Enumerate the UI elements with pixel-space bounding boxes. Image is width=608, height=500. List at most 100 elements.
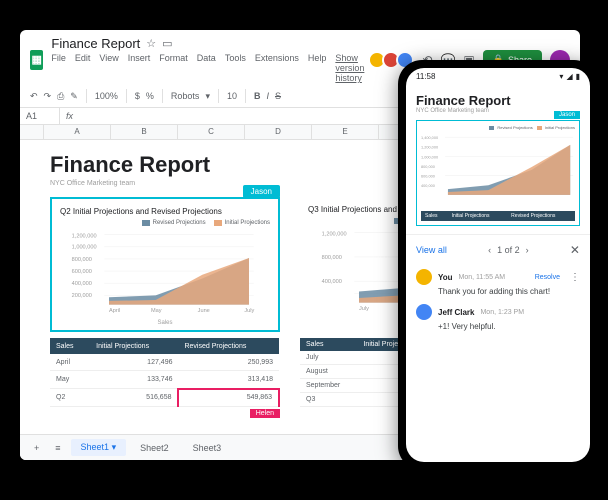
col-header[interactable]: D <box>245 125 312 139</box>
fx-icon: fx <box>60 108 79 124</box>
menu-edit[interactable]: Edit <box>75 53 91 83</box>
font-size[interactable]: 10 <box>227 91 237 101</box>
menu-insert[interactable]: Insert <box>128 53 151 83</box>
tab-sheet2[interactable]: Sheet2 <box>130 440 179 456</box>
table-row: April127,496250,993 <box>50 354 279 371</box>
th[interactable]: Revised Projections <box>178 338 279 354</box>
print-icon[interactable]: ⎙ <box>57 91 64 102</box>
svg-text:1,400,000: 1,400,000 <box>421 136 438 140</box>
menu-format[interactable]: Format <box>159 53 188 83</box>
star-icon[interactable]: ☆ <box>146 37 156 50</box>
move-folder-icon[interactable]: ▭ <box>162 37 172 50</box>
strike-button[interactable]: S <box>275 91 281 101</box>
view-all-link[interactable]: View all <box>416 245 447 255</box>
tab-sheet3[interactable]: Sheet3 <box>183 440 232 456</box>
menu-file[interactable]: File <box>51 53 66 83</box>
menu-extensions[interactable]: Extensions <box>255 53 299 83</box>
comment-body: Thank you for adding this chart! <box>438 287 580 296</box>
comment-body: +1! Very helpful. <box>438 322 580 331</box>
col-header[interactable]: A <box>44 125 111 139</box>
svg-text:April: April <box>109 308 120 314</box>
svg-text:800,000: 800,000 <box>72 257 92 263</box>
collaborator-cursor-helen: Helen <box>250 409 280 418</box>
menu-data[interactable]: Data <box>197 53 216 83</box>
comment-avatar <box>416 269 432 285</box>
signal-icon: ◢ <box>566 72 572 81</box>
pager-next-icon[interactable]: › <box>526 245 529 255</box>
svg-text:600,000: 600,000 <box>72 269 92 275</box>
legend-label: Revised Projections <box>153 220 206 226</box>
resolve-button[interactable]: Resolve <box>535 274 560 281</box>
status-bar: 11:58 ▾ ◢ ▮ <box>406 68 590 85</box>
cell-reference[interactable]: A1 <box>20 108 60 124</box>
svg-text:800,000: 800,000 <box>421 165 435 169</box>
col-header[interactable]: E <box>312 125 379 139</box>
menu-tools[interactable]: Tools <box>225 53 246 83</box>
font-select[interactable]: Robots <box>171 91 200 101</box>
svg-text:1,000,000: 1,000,000 <box>72 245 97 251</box>
wifi-icon: ▾ <box>559 72 563 81</box>
phone-doc-title: Finance Report <box>416 93 580 108</box>
th[interactable]: Sales <box>300 338 357 351</box>
legend-label: Initial Projections <box>225 220 270 226</box>
comment-item: You Mon, 11:55 AM Resolve ⋮ Thank you fo… <box>416 269 580 296</box>
pager-prev-icon[interactable]: ‹ <box>488 245 491 255</box>
version-history-link[interactable]: Show version history <box>335 53 364 83</box>
collaborator-cursor-jason: Jason <box>243 185 280 198</box>
svg-text:1,200,000: 1,200,000 <box>322 231 347 237</box>
tab-sheet1[interactable]: Sheet1 ▾ <box>71 439 127 456</box>
comment-pager-bar: View all ‹ 1 of 2 › ✕ <box>406 234 590 265</box>
svg-text:400,000: 400,000 <box>72 281 92 287</box>
menu-help[interactable]: Help <box>308 53 327 83</box>
svg-text:600,000: 600,000 <box>421 175 435 179</box>
add-sheet-button[interactable]: + <box>28 440 45 456</box>
comments-list: You Mon, 11:55 AM Resolve ⋮ Thank you fo… <box>406 265 590 343</box>
col-header[interactable]: C <box>178 125 245 139</box>
phone-screen: 11:58 ▾ ◢ ▮ Finance Report NYC Office Ma… <box>406 68 590 462</box>
phone-chart-selected[interactable]: Jason Revised Projections Initial Projec… <box>416 120 580 226</box>
collaborator-cursor-jason: Jason <box>554 111 580 119</box>
currency-icon[interactable]: $ <box>135 91 140 101</box>
menu-view[interactable]: View <box>99 53 118 83</box>
bold-button[interactable]: B <box>254 91 261 101</box>
svg-text:June: June <box>198 308 210 314</box>
menu-bar: File Edit View Insert Format Data Tools … <box>51 53 364 83</box>
svg-text:1,200,000: 1,200,000 <box>421 146 438 150</box>
x-axis-label: Sales <box>52 320 278 330</box>
status-time: 11:58 <box>416 72 435 81</box>
all-sheets-button[interactable]: ≡ <box>49 440 66 456</box>
legend-swatch-revised <box>142 220 150 226</box>
th[interactable]: Sales <box>50 338 90 354</box>
col-header[interactable]: B <box>111 125 178 139</box>
sales-table-q2: SalesInitial ProjectionsRevised Projecti… <box>50 338 280 407</box>
italic-button[interactable]: I <box>266 91 269 101</box>
paint-format-icon[interactable]: ✎ <box>70 91 78 102</box>
phone-area-chart: 1,400,000 1,200,000 1,000,000 800,000 60… <box>421 132 575 202</box>
svg-text:200,000: 200,000 <box>72 293 92 299</box>
svg-text:400,000: 400,000 <box>421 184 435 188</box>
document-title[interactable]: Finance Report <box>51 36 140 51</box>
comment-item: Jeff Clark Mon, 1:23 PM +1! Very helpful… <box>416 304 580 331</box>
redo-icon[interactable]: ↷ <box>44 91 52 102</box>
percent-icon[interactable]: % <box>146 91 154 101</box>
svg-text:1,200,000: 1,200,000 <box>72 233 97 239</box>
comment-author: Jeff Clark <box>438 308 474 317</box>
zoom-select[interactable]: 100% <box>95 91 118 101</box>
chart-q2[interactable]: Jason Q2 Initial Projections and Revised… <box>50 197 280 332</box>
svg-text:May: May <box>151 308 162 314</box>
comment-time: Mon, 1:23 PM <box>480 309 524 316</box>
th[interactable]: Initial Projections <box>90 338 178 354</box>
undo-icon[interactable]: ↶ <box>30 91 38 102</box>
battery-icon: ▮ <box>576 72 580 81</box>
svg-text:July: July <box>359 306 369 312</box>
pager-count: 1 of 2 <box>497 245 520 255</box>
more-icon[interactable]: ⋮ <box>570 272 580 283</box>
svg-text:July: July <box>244 308 254 314</box>
chevron-down-icon[interactable]: ▾ <box>112 442 117 452</box>
phone-table: SalesInitial ProjectionsRevised Projecti… <box>421 211 575 221</box>
close-icon[interactable]: ✕ <box>570 243 580 257</box>
table-row: May133,746313,418 <box>50 371 279 389</box>
chart-title: Q2 Initial Projections and Revised Proje… <box>52 199 278 220</box>
sheets-logo-icon: ▦ <box>30 50 43 70</box>
area-chart-svg: 1,200,000 1,000,000 800,000 600,000 400,… <box>60 230 270 314</box>
